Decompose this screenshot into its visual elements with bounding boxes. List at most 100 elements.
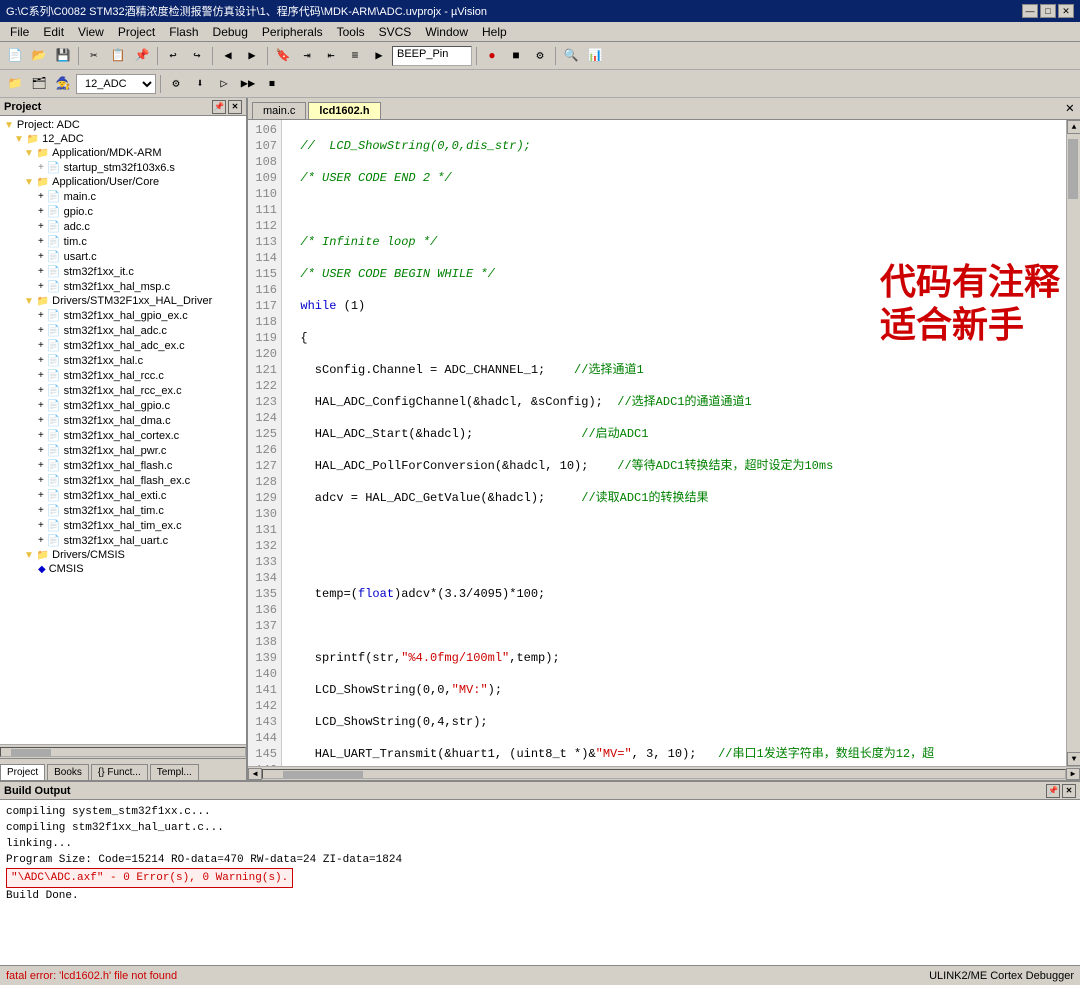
tree-label: 📄 stm32f1xx_hal_msp.c xyxy=(47,280,170,293)
project-select[interactable]: 🗂 xyxy=(28,73,50,95)
redo-button[interactable]: ↪ xyxy=(186,45,208,67)
menu-project[interactable]: Project xyxy=(112,24,161,40)
menu-file[interactable]: File xyxy=(4,24,35,40)
start-debug[interactable]: ▷ xyxy=(213,73,235,95)
nav-fwd-button[interactable]: ▶ xyxy=(241,45,263,67)
tree-label: 📄 startup_stm32f103x6.s xyxy=(47,161,175,174)
run-button[interactable]: ▶ xyxy=(368,45,390,67)
menu-window[interactable]: Window xyxy=(419,24,474,40)
scroll-right-button[interactable]: ▶ xyxy=(1066,768,1080,780)
tree-item-hal-tim[interactable]: + 📄 stm32f1xx_hal_tim.c xyxy=(0,503,246,518)
menu-edit[interactable]: Edit xyxy=(37,24,70,40)
save-button[interactable]: 💾 xyxy=(52,45,74,67)
tree-item-hal-rcc[interactable]: + 📄 stm32f1xx_hal_rcc.c xyxy=(0,368,246,383)
minimize-button[interactable]: — xyxy=(1022,4,1038,18)
debug2[interactable]: 📊 xyxy=(584,45,606,67)
tree-item-startup[interactable]: + 📄 startup_stm32f103x6.s xyxy=(0,160,246,175)
tree-item-main[interactable]: + 📄 main.c xyxy=(0,189,246,204)
scroll-track[interactable] xyxy=(1067,134,1080,752)
folder-select[interactable]: 📁 xyxy=(4,73,26,95)
tree-item-hal-gpio[interactable]: + 📄 stm32f1xx_hal_gpio.c xyxy=(0,398,246,413)
tree-item-hal-tim-ex[interactable]: + 📄 stm32f1xx_hal_tim_ex.c xyxy=(0,518,246,533)
tree-item-adc[interactable]: + 📄 adc.c xyxy=(0,219,246,234)
tree-item-hal-adc-ex[interactable]: + 📄 stm32f1xx_hal_adc_ex.c xyxy=(0,338,246,353)
wizard-button[interactable]: 🧙 xyxy=(52,73,74,95)
tree-item-hal-cortex[interactable]: + 📄 stm32f1xx_hal_cortex.c xyxy=(0,428,246,443)
stop2-button[interactable]: ⏹ xyxy=(261,73,283,95)
undo-button[interactable]: ↩ xyxy=(162,45,184,67)
run2-button[interactable]: ▶▶ xyxy=(237,73,259,95)
tree-item-gpio[interactable]: + 📄 gpio.c xyxy=(0,204,246,219)
tree-item-hal-flash[interactable]: + 📄 stm32f1xx_hal_flash.c xyxy=(0,458,246,473)
tree-hscroll[interactable] xyxy=(0,744,246,758)
scroll-up-button[interactable]: ▲ xyxy=(1067,120,1080,134)
tree-item-msp[interactable]: + 📄 stm32f1xx_hal_msp.c xyxy=(0,279,246,294)
copy-button[interactable]: 📋 xyxy=(107,45,129,67)
tree-item-hal-dma[interactable]: + 📄 stm32f1xx_hal_dma.c xyxy=(0,413,246,428)
tree-item-app-user[interactable]: ▼ 📁 Application/User/Core xyxy=(0,175,246,189)
panel-close-button[interactable]: ✕ xyxy=(228,100,242,114)
menu-help[interactable]: Help xyxy=(476,24,513,40)
menu-debug[interactable]: Debug xyxy=(207,24,254,40)
build-close-button[interactable]: ✕ xyxy=(1062,784,1076,798)
tab-lcd1602-h[interactable]: lcd1602.h xyxy=(308,102,380,119)
vertical-scrollbar[interactable]: ▲ ▼ xyxy=(1066,120,1080,766)
build-pin-button[interactable]: 📌 xyxy=(1046,784,1060,798)
debug1[interactable]: 🔍 xyxy=(560,45,582,67)
tab-main-c[interactable]: main.c xyxy=(252,102,306,119)
scroll-left-button[interactable]: ◀ xyxy=(248,768,262,780)
hscroll-track[interactable] xyxy=(262,769,1066,779)
bookmark-button[interactable]: 🔖 xyxy=(272,45,294,67)
tab-books[interactable]: Books xyxy=(47,764,89,780)
tree-item-12adc[interactable]: ▼ 📁 12_ADC xyxy=(0,132,246,146)
tree-item-app-mdk[interactable]: ▼ 📁 Application/MDK-ARM xyxy=(0,146,246,160)
tab-functions[interactable]: {} Funct... xyxy=(91,764,148,780)
outdent-button[interactable]: ⇤ xyxy=(320,45,342,67)
tree-item-hal-flash-ex[interactable]: + 📄 stm32f1xx_hal_flash_ex.c xyxy=(0,473,246,488)
code-editor[interactable]: // LCD_ShowString(0,0,dis_str); /* USER … xyxy=(282,120,1066,766)
indent-button[interactable]: ⇥ xyxy=(296,45,318,67)
download-button[interactable]: ⬇ xyxy=(189,73,211,95)
tree-item-cmsis[interactable]: ◆ CMSIS xyxy=(0,562,246,576)
menu-tools[interactable]: Tools xyxy=(331,24,371,40)
tree-item-tim[interactable]: + 📄 tim.c xyxy=(0,234,246,249)
hscroll-thumb[interactable] xyxy=(283,771,363,779)
build-button[interactable]: ● xyxy=(481,45,503,67)
scroll-down-button[interactable]: ▼ xyxy=(1067,752,1080,766)
tree-item-hal[interactable]: + 📄 stm32f1xx_hal.c xyxy=(0,353,246,368)
code-hscroll[interactable]: ◀ ▶ xyxy=(248,766,1080,780)
tree-item-gpio-ex[interactable]: + 📄 stm32f1xx_hal_gpio_ex.c xyxy=(0,308,246,323)
open-button[interactable]: 📂 xyxy=(28,45,50,67)
tree-item-project-adc[interactable]: ▼ Project: ADC xyxy=(0,118,246,132)
more-button[interactable]: ⚙ xyxy=(529,45,551,67)
menu-flash[interactable]: Flash xyxy=(163,24,204,40)
menu-view[interactable]: View xyxy=(72,24,110,40)
cut-button[interactable]: ✂ xyxy=(83,45,105,67)
close-button[interactable]: ✕ xyxy=(1058,4,1074,18)
tree-item-hal-rcc-ex[interactable]: + 📄 stm32f1xx_hal_rcc_ex.c xyxy=(0,383,246,398)
paste-button[interactable]: 📌 xyxy=(131,45,153,67)
stop-button[interactable]: ■ xyxy=(505,45,527,67)
tab-project[interactable]: Project xyxy=(0,764,45,780)
panel-pin-button[interactable]: 📌 xyxy=(212,100,226,114)
new-file-button[interactable]: 📄 xyxy=(4,45,26,67)
tree-item-drivers-hal[interactable]: ▼ 📁 Drivers/STM32F1xx_HAL_Driver xyxy=(0,294,246,308)
menu-svcs[interactable]: SVCS xyxy=(373,24,418,40)
config-button[interactable]: ⚙ xyxy=(165,73,187,95)
target-dropdown[interactable]: 12_ADC xyxy=(76,74,156,94)
menu-peripherals[interactable]: Peripherals xyxy=(256,24,329,40)
file-icon: + xyxy=(38,266,44,277)
tree-item-drivers-cmsis[interactable]: ▼ 📁 Drivers/CMSIS xyxy=(0,548,246,562)
maximize-button[interactable]: □ xyxy=(1040,4,1056,18)
tree-item-hal-exti[interactable]: + 📄 stm32f1xx_hal_exti.c xyxy=(0,488,246,503)
tab-close-button[interactable]: ✕ xyxy=(1060,98,1080,119)
align-button[interactable]: ≡ xyxy=(344,45,366,67)
tree-item-usart[interactable]: + 📄 usart.c xyxy=(0,249,246,264)
tree-item-hal-adc[interactable]: + 📄 stm32f1xx_hal_adc.c xyxy=(0,323,246,338)
nav-back-button[interactable]: ◀ xyxy=(217,45,239,67)
tree-item-hal-pwr[interactable]: + 📄 stm32f1xx_hal_pwr.c xyxy=(0,443,246,458)
scroll-thumb[interactable] xyxy=(1068,139,1078,199)
tree-item-hal-uart[interactable]: + 📄 stm32f1xx_hal_uart.c xyxy=(0,533,246,548)
tab-templates[interactable]: Templ... xyxy=(150,764,199,780)
tree-item-it[interactable]: + 📄 stm32f1xx_it.c xyxy=(0,264,246,279)
